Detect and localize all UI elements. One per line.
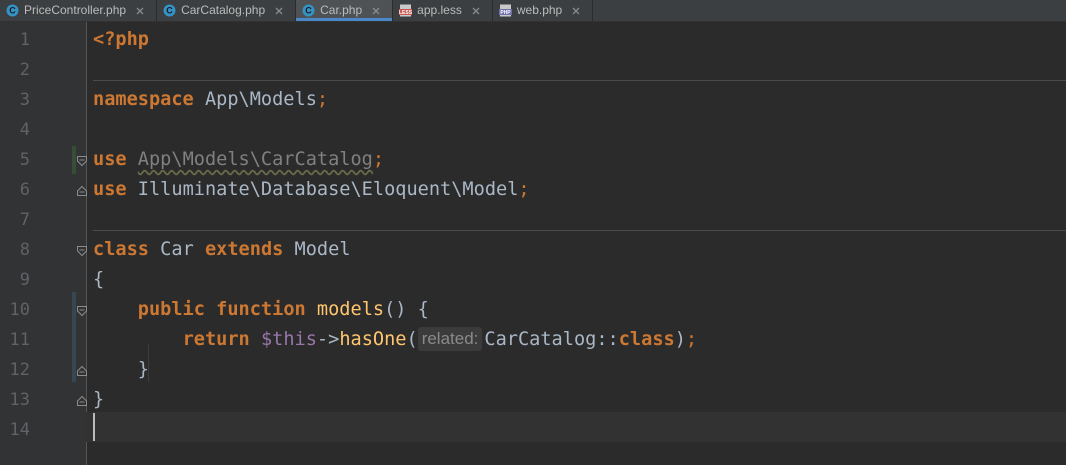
svg-text:C: C — [166, 6, 173, 16]
code-line-8: class Car extends Model — [93, 235, 351, 265]
keyword: use — [93, 179, 127, 200]
close-icon[interactable] — [472, 7, 482, 15]
svg-text:C: C — [9, 6, 16, 16]
line-number: 6 — [19, 180, 30, 200]
line-number: 2 — [19, 60, 30, 80]
line-number: 12 — [9, 360, 30, 380]
tab-label: PriceController.php — [24, 3, 127, 17]
keyword: extends — [204, 239, 284, 260]
close-icon[interactable] — [275, 7, 285, 15]
paren: ) — [674, 329, 686, 350]
code-line-9: { — [93, 265, 104, 295]
svg-text:C: C — [305, 6, 312, 16]
php-class-icon: C — [302, 4, 315, 17]
code-line-12: } — [93, 355, 149, 385]
line-number: 8 — [19, 240, 30, 260]
close-icon[interactable] — [572, 7, 582, 15]
brace: } — [137, 359, 149, 380]
fold-icon[interactable] — [76, 152, 88, 167]
editor-tab-bar: C PriceController.php C CarCatalog.php C… — [0, 0, 1066, 22]
tab-label: Car.php — [320, 3, 363, 17]
keyword: use — [93, 149, 127, 170]
tab-app-less[interactable]: LESS app.less — [393, 0, 493, 21]
current-line-highlight — [86, 412, 1066, 442]
php-file-icon: PHP — [498, 4, 512, 17]
code-line-1: <?php — [93, 25, 149, 55]
fold-icon[interactable] — [76, 302, 88, 317]
paren: ( — [406, 329, 418, 350]
code-line-10: public function models() { — [93, 295, 429, 325]
keyword: class — [618, 329, 675, 350]
keyword: return — [182, 329, 250, 350]
php-open-tag: <?php — [93, 29, 149, 50]
line-number: 13 — [9, 390, 30, 410]
unused-import: App\Models\CarCatalog — [137, 149, 373, 170]
namespace-name: App\Models — [193, 89, 317, 110]
fold-end-icon[interactable] — [76, 182, 88, 196]
import-name: Illuminate\Database\Eloquent\Model — [126, 179, 519, 200]
text-cursor — [93, 413, 95, 441]
code-line-11: return $this->hasOne(related: CarCatalog:… — [93, 325, 697, 355]
method-separator — [93, 230, 1066, 231]
line-number: 9 — [19, 270, 30, 290]
code-line-3: namespace App\Models; — [93, 85, 328, 115]
fold-end-icon[interactable] — [76, 362, 88, 376]
php-class-icon: C — [163, 4, 176, 17]
tab-price-controller[interactable]: C PriceController.php — [0, 0, 158, 21]
line-number: 10 — [9, 300, 30, 320]
parent-class: Model — [283, 239, 351, 260]
tab-label: web.php — [516, 3, 563, 17]
close-icon[interactable] — [372, 7, 382, 15]
svg-text:LESS: LESS — [399, 10, 412, 16]
method-separator — [93, 80, 1066, 81]
tab-label: CarCatalog.php — [181, 3, 266, 17]
php-class-icon: C — [6, 4, 19, 17]
svg-text:PHP: PHP — [500, 10, 511, 16]
keyword: namespace — [93, 89, 194, 110]
line-number: 11 — [9, 330, 30, 350]
method-name: models — [316, 299, 385, 320]
line-number: 14 — [9, 420, 30, 440]
keyword: public — [137, 299, 205, 320]
tab-car-catalog[interactable]: C CarCatalog.php — [157, 0, 297, 21]
close-icon[interactable] — [136, 7, 146, 15]
line-number: 3 — [19, 90, 30, 110]
class-name: Car — [148, 239, 205, 260]
line-number: 1 — [19, 30, 30, 50]
tab-label: app.less — [417, 3, 462, 17]
fold-end-icon[interactable] — [76, 392, 88, 406]
brace: } — [93, 389, 105, 410]
code-line-13: } — [93, 385, 104, 415]
tab-web[interactable]: PHP web.php — [493, 0, 594, 21]
parameter-hint: related: — [417, 327, 483, 351]
semicolon: ; — [518, 179, 530, 200]
brace: { — [93, 269, 105, 290]
semicolon: ; — [372, 149, 385, 170]
code-line-6: use Illuminate\Database\Eloquent\Model; — [93, 175, 530, 205]
line-number: 5 — [19, 150, 30, 170]
line-number: 7 — [19, 210, 30, 230]
variable: $this — [260, 329, 317, 350]
fold-icon[interactable] — [76, 242, 88, 257]
semicolon: ; — [316, 89, 329, 110]
code-editor[interactable]: 1 2 3 4 5 6 7 8 9 10 11 12 13 14 <?php n… — [0, 22, 1066, 465]
arrow-operator: -> — [316, 329, 340, 350]
code-line-5: use App\Models\CarCatalog; — [93, 145, 384, 175]
tab-car[interactable]: C Car.php — [296, 0, 394, 21]
line-number: 4 — [19, 120, 30, 140]
keyword: class — [93, 239, 149, 260]
keyword: function — [216, 299, 306, 320]
less-file-icon: LESS — [399, 4, 413, 17]
class-reference: CarCatalog:: — [484, 329, 619, 350]
method-call: hasOne — [339, 329, 407, 350]
method-signature: () { — [384, 299, 429, 320]
line-number-gutter: 1 2 3 4 5 6 7 8 9 10 11 12 13 14 — [0, 22, 87, 465]
semicolon: ; — [685, 329, 698, 350]
